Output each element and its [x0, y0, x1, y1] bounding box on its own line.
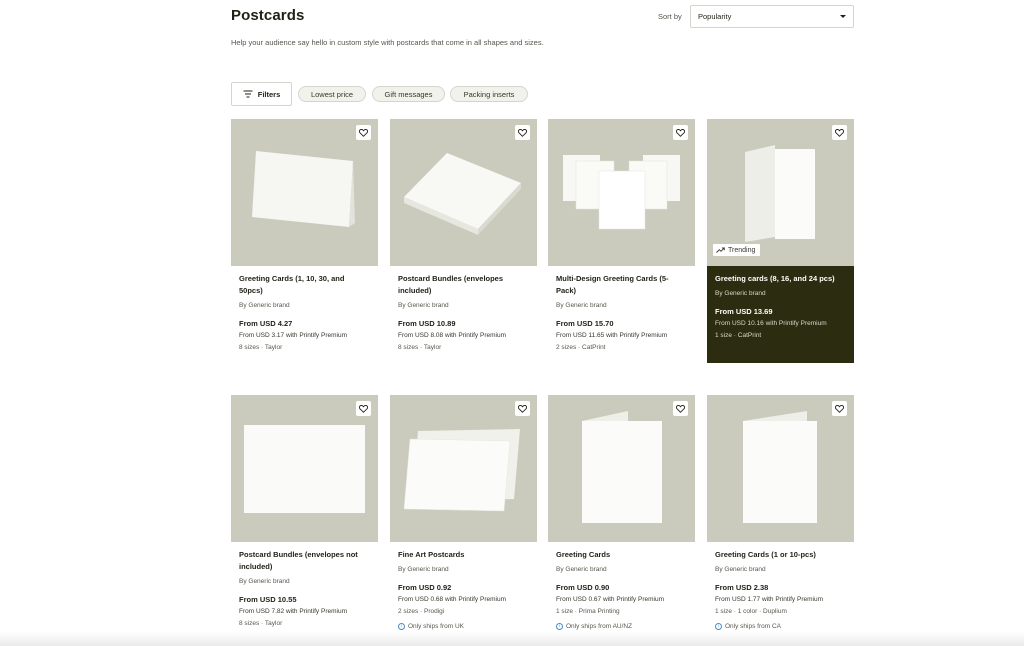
favorite-heart-icon[interactable] [356, 401, 371, 416]
favorite-heart-icon[interactable] [515, 401, 530, 416]
product-image[interactable] [390, 395, 537, 542]
product-premium-price: From USD 7.82 with Printify Premium [239, 608, 347, 615]
product-title[interactable]: Postcard Bundles (envelopes not included… [239, 549, 370, 573]
info-icon: i [556, 623, 563, 630]
bottom-fade [0, 632, 1024, 646]
shipping-note-text: Only ships from UK [408, 623, 464, 630]
filter-icon [243, 90, 253, 98]
filters-label: Filters [257, 89, 281, 99]
page-subtitle: Help your audience say hello in custom s… [231, 38, 544, 47]
favorite-heart-icon[interactable] [832, 125, 847, 140]
product-title[interactable]: Greeting Cards (1 or 10-pcs) [715, 549, 846, 561]
product-price: From USD 0.92 [398, 583, 452, 592]
product-price: From USD 10.55 [239, 595, 297, 604]
chip-packing-inserts[interactable]: Packing inserts [450, 86, 528, 102]
trending-label: Trending [728, 246, 756, 254]
product-premium-price: From USD 1.77 with Printify Premium [715, 596, 823, 603]
product-premium-price: From USD 0.68 with Printify Premium [398, 596, 506, 603]
product-image[interactable]: Trending [707, 119, 854, 266]
product-image[interactable] [548, 395, 695, 542]
product-brand: By Generic brand [715, 290, 766, 297]
product-meta: 8 sizes · Taylor [239, 620, 283, 627]
shipping-note-text: Only ships from AU/NZ [566, 623, 633, 630]
product-meta: 1 size · 1 color · Duplium [715, 608, 787, 615]
product-image[interactable] [548, 119, 695, 266]
product-premium-price: From USD 8.08 with Printify Premium [398, 332, 506, 339]
sort-label: Sort by [658, 12, 682, 21]
product-meta: 2 sizes · Prodigi [398, 608, 445, 615]
product-brand: By Generic brand [398, 302, 449, 309]
product-price: From USD 4.27 [239, 319, 293, 328]
product-image[interactable] [231, 395, 378, 542]
product-card[interactable]: Postcard Bundles (envelopes included) By… [390, 119, 537, 363]
product-image[interactable] [390, 119, 537, 266]
product-title[interactable]: Fine Art Postcards [398, 549, 529, 561]
product-card-featured[interactable]: Trending Greeting cards (8, 16, and 24 p… [707, 119, 854, 363]
product-brand: By Generic brand [239, 302, 290, 309]
product-price: From USD 15.70 [556, 319, 614, 328]
product-card[interactable]: Greeting Cards (1, 10, 30, and 50pcs) By… [231, 119, 378, 363]
product-premium-price: From USD 0.67 with Printify Premium [556, 596, 664, 603]
product-brand: By Generic brand [715, 566, 766, 573]
favorite-heart-icon[interactable] [356, 125, 371, 140]
shipping-note: i Only ships from CA [715, 622, 846, 631]
product-brand: By Generic brand [239, 578, 290, 585]
product-meta: 1 size · Prima Printing [556, 608, 620, 615]
product-title[interactable]: Multi-Design Greeting Cards (5-Pack) [556, 273, 687, 297]
product-card[interactable]: Greeting Cards By Generic brand From USD… [548, 395, 695, 640]
favorite-heart-icon[interactable] [515, 125, 530, 140]
product-premium-price: From USD 3.17 with Printify Premium [239, 332, 347, 339]
chip-gift-messages[interactable]: Gift messages [372, 86, 445, 102]
favorite-heart-icon[interactable] [832, 401, 847, 416]
product-title[interactable]: Greeting Cards [556, 549, 687, 561]
product-card[interactable]: Greeting Cards (1 or 10-pcs) By Generic … [707, 395, 854, 640]
trending-badge: Trending [713, 244, 761, 256]
product-meta: 1 size · CatPrint [715, 332, 762, 339]
product-brand: By Generic brand [556, 302, 607, 309]
sort-value: Popularity [698, 12, 732, 21]
product-image[interactable] [707, 395, 854, 542]
info-icon: i [715, 623, 722, 630]
favorite-heart-icon[interactable] [673, 401, 688, 416]
shipping-note: i Only ships from AU/NZ [556, 622, 687, 631]
shipping-note-text: Only ships from CA [725, 623, 781, 630]
chevron-down-icon [840, 15, 846, 18]
product-brand: By Generic brand [398, 566, 449, 573]
product-price: From USD 13.69 [715, 307, 773, 316]
product-title[interactable]: Greeting Cards (1, 10, 30, and 50pcs) [239, 273, 370, 297]
product-price: From USD 0.90 [556, 583, 610, 592]
product-meta: 8 sizes · Taylor [239, 344, 283, 351]
product-image[interactable] [231, 119, 378, 266]
product-title[interactable]: Greeting cards (8, 16, and 24 pcs) [715, 273, 846, 285]
product-card[interactable]: Fine Art Postcards By Generic brand From… [390, 395, 537, 640]
sort-select[interactable]: Popularity [690, 5, 854, 28]
favorite-heart-icon[interactable] [673, 125, 688, 140]
product-brand: By Generic brand [556, 566, 607, 573]
chip-lowest-price[interactable]: Lowest price [298, 86, 366, 102]
product-card[interactable]: Postcard Bundles (envelopes not included… [231, 395, 378, 640]
product-premium-price: From USD 11.65 with Printify Premium [556, 332, 668, 339]
product-card[interactable]: Multi-Design Greeting Cards (5-Pack) By … [548, 119, 695, 363]
product-title[interactable]: Postcard Bundles (envelopes included) [398, 273, 529, 297]
product-price: From USD 10.89 [398, 319, 456, 328]
page-title: Postcards [231, 7, 305, 24]
shipping-note: i Only ships from UK [398, 622, 529, 631]
product-meta: 8 sizes · Taylor [398, 344, 442, 351]
product-premium-price: From USD 10.16 with Printify Premium [715, 320, 827, 327]
trending-up-icon [716, 247, 725, 253]
product-price: From USD 2.38 [715, 583, 769, 592]
product-meta: 2 sizes · CatPrint [556, 344, 606, 351]
info-icon: i [398, 623, 405, 630]
filters-button[interactable]: Filters [231, 82, 292, 106]
